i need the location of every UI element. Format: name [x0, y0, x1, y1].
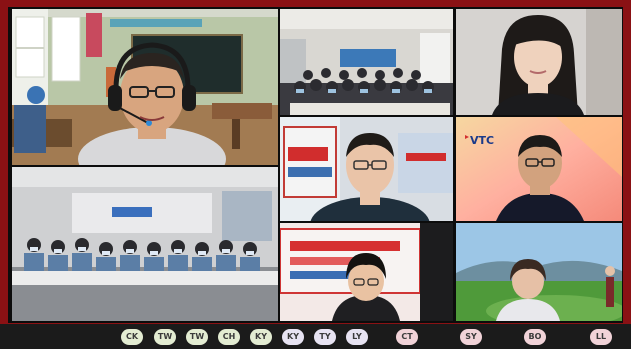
participant-badge-bar: CK TW TW CH KY KY TY LY CT SY BO LL	[0, 324, 631, 349]
lecture-hall-scene	[280, 9, 453, 115]
participant-badge[interactable]: CT	[396, 329, 418, 345]
vtc-portrait-scene: VTC	[456, 117, 622, 221]
participant-badge[interactable]: BO	[524, 329, 546, 345]
vtc-logo-text: VTC	[470, 134, 494, 147]
video-tile-young-man-banner[interactable]	[280, 117, 453, 221]
woman-portrait-scene	[456, 9, 622, 115]
participant-badge[interactable]: TW	[154, 329, 176, 345]
participant-badge[interactable]: KY	[250, 329, 272, 345]
participant-badge[interactable]: LY	[346, 329, 368, 345]
video-tile-woman-long-hair[interactable]	[456, 9, 622, 115]
participant-badge[interactable]: TY	[314, 329, 336, 345]
dark-hair-portrait-scene	[280, 223, 453, 321]
golf-course-scene	[456, 223, 622, 321]
participant-badge[interactable]: CH	[218, 329, 240, 345]
video-tile-classroom-students[interactable]	[12, 167, 278, 321]
video-grid: VTC	[8, 7, 623, 323]
participant-badge[interactable]: LL	[590, 329, 612, 345]
students-classroom-scene	[12, 167, 278, 321]
video-tile-person-dark-hair[interactable]	[280, 223, 453, 321]
video-tile-golf-course-woman[interactable]	[456, 223, 622, 321]
participant-badge[interactable]: TW	[186, 329, 208, 345]
banner-portrait-scene	[280, 117, 453, 221]
video-tile-lecture-hall[interactable]	[280, 9, 453, 115]
participant-badge[interactable]: CK	[121, 329, 143, 345]
participant-badge[interactable]: SY	[460, 329, 482, 345]
classroom-background-scene	[12, 9, 278, 165]
video-tile-vtc-older-man[interactable]: VTC	[456, 117, 622, 221]
video-tile-host-classroom[interactable]	[12, 9, 278, 165]
participant-badge[interactable]: KY	[282, 329, 304, 345]
